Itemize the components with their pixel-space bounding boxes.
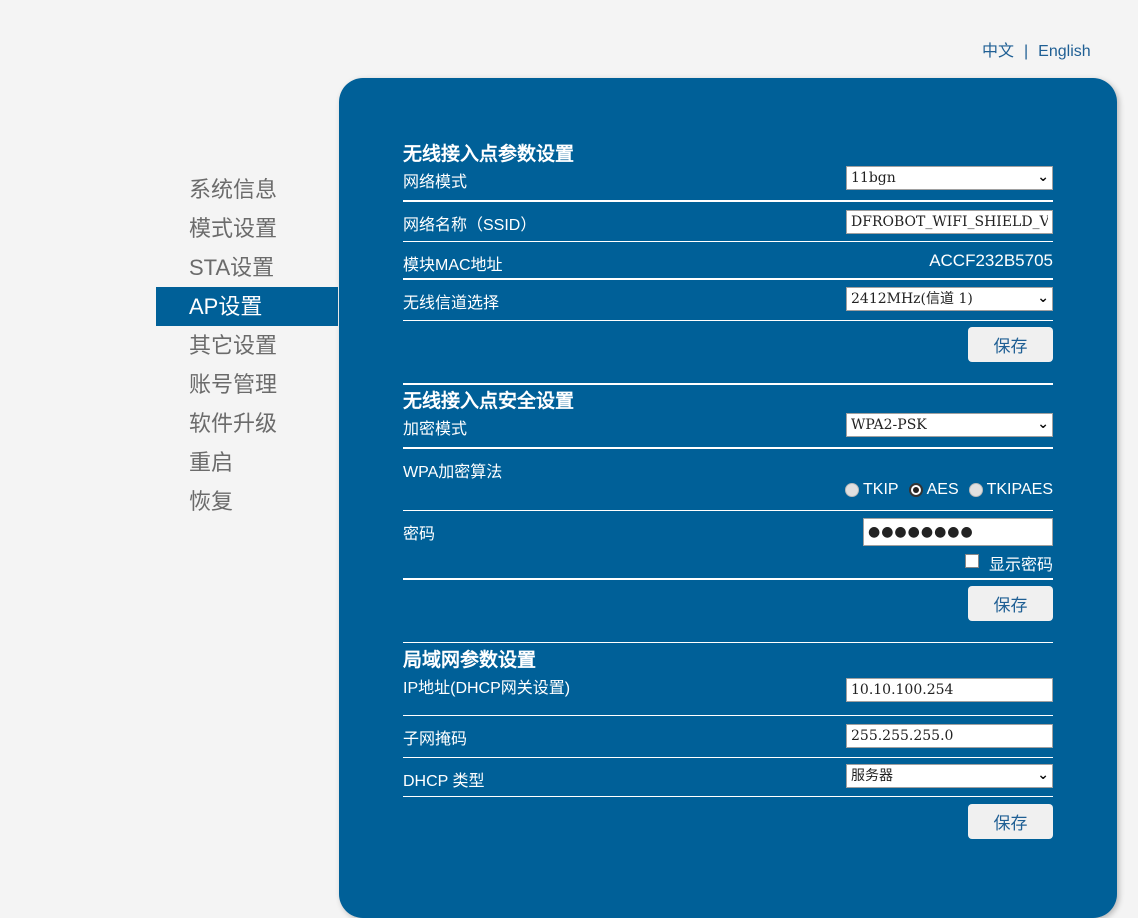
ap-params-section: 无线接入点参数设置 网络模式 11bgn ⌄ 网络名称（SSID） 模块MAC地… (403, 144, 1053, 385)
ip-input[interactable] (846, 678, 1053, 702)
lan-section: 局域网参数设置 IP地址(DHCP网关设置) 子网掩码 DHCP 类型 服务器 … (403, 650, 1053, 847)
network-mode-select-wrap: 11bgn ⌄ (846, 166, 1053, 190)
dhcp-select[interactable]: 服务器 (846, 764, 1053, 788)
radio-tkip[interactable] (845, 483, 860, 497)
mask-input[interactable] (846, 724, 1053, 748)
sidebar-item-other-settings[interactable]: 其它设置 (156, 326, 338, 365)
lan-footer: 保存 (403, 797, 1053, 847)
password-label: 密码 (403, 526, 436, 543)
encryption-row: 加密模式 WPA2-PSK ⌄ (403, 411, 1053, 449)
sidebar-item-mode-settings[interactable]: 模式设置 (156, 209, 338, 248)
encryption-select-wrap: WPA2-PSK ⌄ (846, 413, 1053, 437)
encryption-select[interactable]: WPA2-PSK (846, 413, 1053, 437)
ap-params-title: 无线接入点参数设置 (403, 144, 575, 165)
mac-label: 模块MAC地址 (403, 257, 503, 274)
dhcp-row: DHCP 类型 服务器 ⌄ (403, 758, 1053, 797)
channel-select[interactable]: 2412MHz(信道 1) (846, 287, 1053, 311)
password-row: 密码 显示密码 (403, 511, 1053, 580)
network-mode-row: 网络模式 11bgn ⌄ (403, 164, 1053, 202)
password-input[interactable] (863, 518, 1053, 546)
mask-row: 子网掩码 (403, 716, 1053, 758)
radio-tkip-label: TKIP (863, 481, 899, 498)
sidebar-item-account[interactable]: 账号管理 (156, 365, 338, 404)
radio-aes[interactable] (908, 483, 923, 497)
algorithm-row: WPA加密算法 TKIP AES TKIPAES (403, 449, 1053, 511)
network-mode-label: 网络模式 (403, 174, 468, 191)
algorithm-label: WPA加密算法 (403, 464, 503, 481)
ap-params-save-button[interactable]: 保存 (968, 327, 1053, 362)
radio-tkipaes[interactable] (968, 483, 983, 497)
ap-security-footer: 保存 (403, 580, 1053, 643)
settings-panel: 无线接入点参数设置 网络模式 11bgn ⌄ 网络名称（SSID） 模块MAC地… (339, 78, 1117, 918)
mask-label: 子网掩码 (403, 731, 468, 748)
show-password-label: 显示密码 (988, 557, 1053, 574)
lang-english-link[interactable]: English (1038, 43, 1090, 60)
sidebar-item-sta-settings[interactable]: STA设置 (156, 248, 338, 287)
channel-select-wrap: 2412MHz(信道 1) ⌄ (846, 287, 1053, 311)
show-password-checkbox[interactable] (964, 554, 979, 568)
lan-save-button[interactable]: 保存 (968, 804, 1053, 839)
ssid-label: 网络名称（SSID） (403, 217, 537, 234)
lang-chinese-link[interactable]: 中文 (982, 43, 1014, 60)
mac-row: 模块MAC地址 ACCF232B5705 (403, 242, 1053, 280)
sidebar-item-ap-settings[interactable]: AP设置 (156, 287, 338, 326)
sidebar-item-restart[interactable]: 重启 (156, 443, 338, 482)
dhcp-select-wrap: 服务器 ⌄ (846, 764, 1053, 788)
ip-row: IP地址(DHCP网关设置) (403, 670, 1053, 716)
channel-row: 无线信道选择 2412MHz(信道 1) ⌄ (403, 280, 1053, 321)
ap-params-footer: 保存 (403, 321, 1053, 385)
sidebar-item-upgrade[interactable]: 软件升级 (156, 404, 338, 443)
mac-value: ACCF232B5705 (929, 251, 1053, 270)
sidebar-item-restore[interactable]: 恢复 (156, 482, 338, 521)
encryption-label: 加密模式 (403, 421, 468, 438)
ap-security-section: 无线接入点安全设置 加密模式 WPA2-PSK ⌄ WPA加密算法 TKIP A… (403, 391, 1053, 643)
dhcp-label: DHCP 类型 (403, 773, 485, 790)
ssid-input[interactable] (846, 210, 1053, 234)
ap-security-save-button[interactable]: 保存 (968, 586, 1053, 621)
network-mode-select[interactable]: 11bgn (846, 166, 1053, 190)
radio-aes-label: AES (926, 481, 959, 498)
ap-security-title: 无线接入点安全设置 (403, 391, 575, 412)
radio-tkipaes-label: TKIPAES (986, 481, 1053, 498)
sidebar-item-system-info[interactable]: 系统信息 (156, 170, 338, 209)
lang-separator: | (1024, 43, 1029, 60)
language-switcher: 中文 | English (982, 37, 1091, 61)
sidebar-nav: 系统信息 模式设置 STA设置 AP设置 其它设置 账号管理 软件升级 重启 恢… (156, 170, 338, 521)
lan-title: 局域网参数设置 (403, 650, 537, 671)
ip-label: IP地址(DHCP网关设置) (403, 680, 571, 697)
ssid-row: 网络名称（SSID） (403, 202, 1053, 242)
algorithm-radio-group: TKIP AES TKIPAES (845, 481, 1053, 499)
show-password-wrap: 显示密码 (964, 551, 1053, 575)
channel-label: 无线信道选择 (403, 295, 500, 312)
